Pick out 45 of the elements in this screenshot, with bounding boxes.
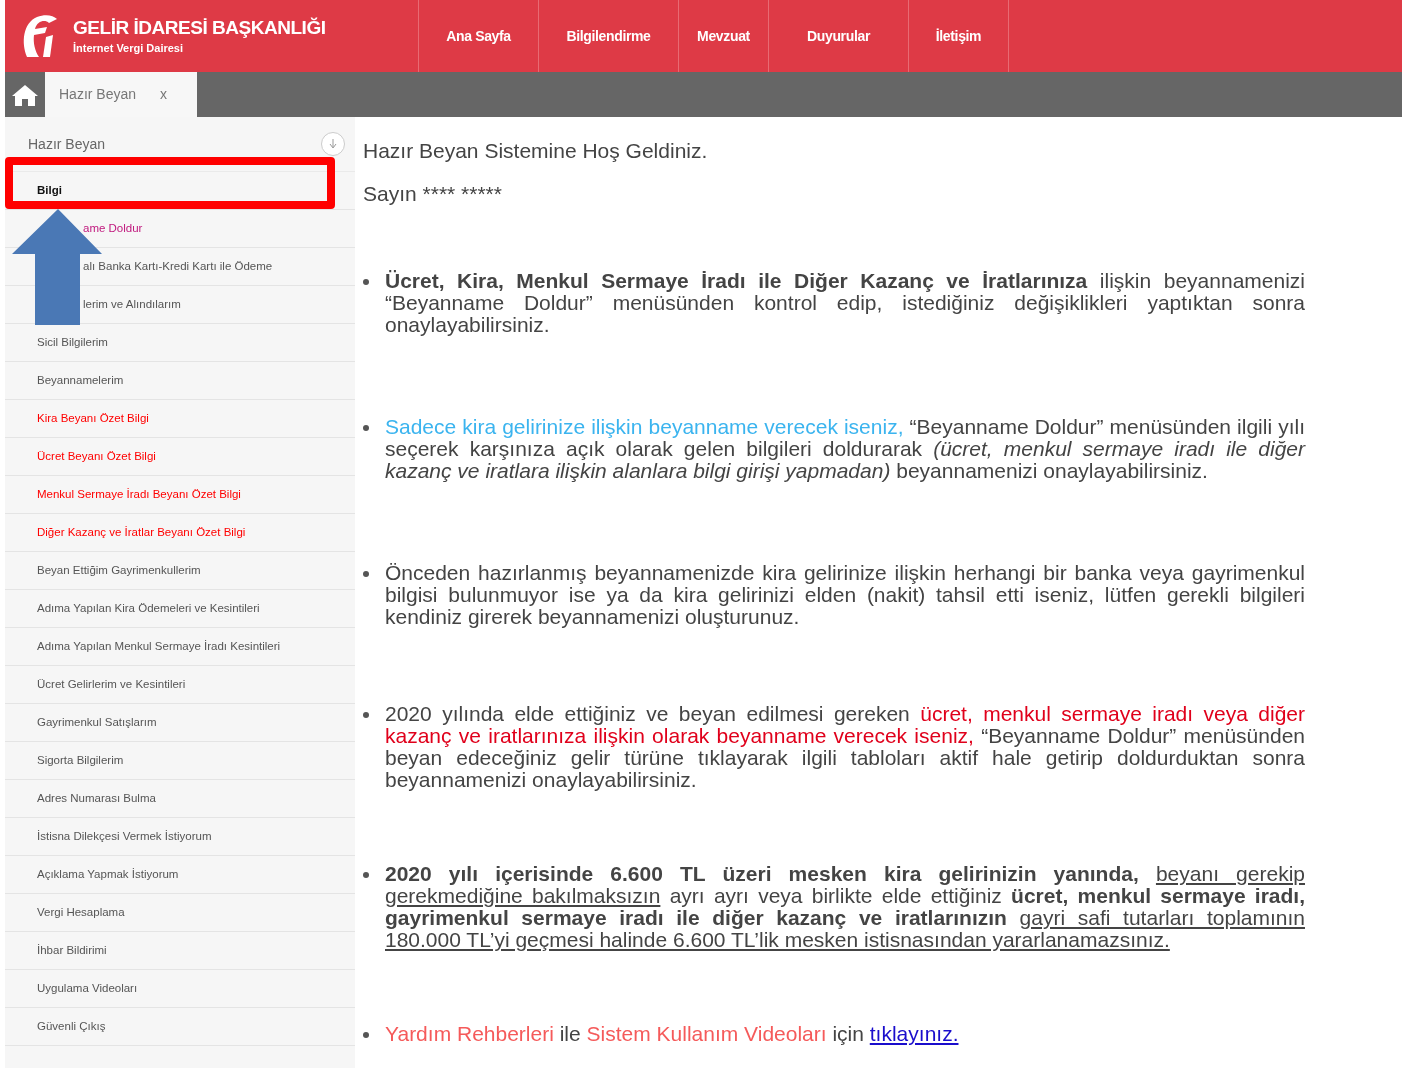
menu-item[interactable]: İstisna Dilekçesi Vermek İstiyorum [37,827,212,846]
bullet-icon [363,872,369,878]
menu-item[interactable]: Diğer Kazanç ve İratlar Beyanı Özet Bilgi [37,523,246,542]
menu-item[interactable]: Beyannamelerim [37,371,124,390]
help-link[interactable]: tıklayınız. [869,1022,959,1045]
menu-item[interactable]: alı Banka Kartı-Kredi Kartı ile Ödeme [83,257,273,276]
bullet-icon [363,425,369,431]
menu-item[interactable]: Menkul Sermaye İradı Beyanı Özet Bilgi [37,485,241,504]
bullet-icon [363,571,369,577]
menu-item[interactable]: lerim ve Alındılarım [83,295,181,314]
info-paragraph: Önceden hazırlanmış beyannamenizde kira gelirinize ilişkin herhangi bir banka veya gayrimenkul bilgisi bulunmuyor ise ya da kira gelirinizi elden (nakit) tahsil etti iseniz, lütfen gerekli bilgileri kendiniz girerek beyannamenizi oluşturunuz. [385,562,1305,628]
menu-item[interactable]: Bilgi [37,181,62,200]
greeting-text: Sayın **** ***** [363,181,503,207]
sidebar-title: Hazır Beyan [28,134,106,154]
menu-item[interactable]: ame Doldur [83,219,143,238]
close-tab-button[interactable]: x [160,84,168,105]
info-paragraph: Ücret, Kira, Menkul Sermaye İradı ile Diğer Kazanç ve İratlarınıza ilişkin beyannamenizi “Beyanname Doldur” menüsünden kontrol edip, istediğiniz değişiklikleri yaptıktan sonra onaylayabilirsiniz. [385,270,1305,336]
menu-item[interactable]: Ücret Beyanı Özet Bilgi [37,447,156,466]
menu-item[interactable]: Kira Beyanı Özet Bilgi [37,409,149,428]
menu-item[interactable]: Gayrimenkul Satışlarım [37,713,157,732]
welcome-heading: Hazır Beyan Sistemine Hoş Geldiniz. [363,138,709,164]
bullet-icon [363,712,369,718]
site-subtitle: İnternet Vergi Dairesi [73,41,185,56]
bullet-icon [363,1032,369,1038]
info-paragraph: 2020 yılı içerisinde 6.600 TL üzeri mesken kira gelirinizin yanında, beyanı gerekip gerekmediğine bakılmaksızın ayrı ayrı veya birlikte elde ettiğiniz ücret, menkul sermaye iradı, gayrimenkul sermaye iradı ile diğer kazanç ve iratlarınızın gayri safi tutarları toplamının 180.000 TL’yi geçmesi halinde 6.600 TL’lik mesken istisnasından yararlanamazsınız. [385,863,1305,951]
menu-item[interactable]: Beyan Ettiğim Gayrimenkullerim [37,561,201,580]
menu-item[interactable]: Adıma Yapılan Kira Ödemeleri ve Kesintileri [37,599,260,618]
menu-item[interactable]: Açıklama Yapmak İstiyorum [37,865,179,884]
tab[interactable]: Hazır Beyan x [45,72,197,117]
menu-item[interactable]: İhbar Bildirimi [37,941,107,960]
menu-item[interactable]: Vergi Hesaplama [37,903,125,922]
menu-item[interactable]: Sicil Bilgilerim [37,333,108,352]
info-paragraph: Sadece kira gelirinize ilişkin beyanname verecek iseniz, “Beyanname Doldur” menüsünden ilgili yılı seçerek karşınıza açık olarak gelen bilgileri doldurarak (ücret, menkul sermaye iradı ile diğer kazanç ve iratlara ilişkin alanlara bilgi girişi yapmadan) beyannamenizi onaylayabilirsiniz. [385,416,1305,482]
bullet-icon [363,279,369,285]
menu-item[interactable]: Sigorta Bilgilerim [37,751,124,770]
down-arrow-icon [329,139,337,149]
menu-item[interactable]: Uygulama Videoları [37,979,138,998]
site-title: GELİR İDARESİ BAŞKANLIĞI [73,16,326,40]
menu-item[interactable]: Adıma Yapılan Menkul Sermaye İradı Kesintileri [37,637,281,656]
home-icon [11,82,39,107]
menu-item[interactable]: Adres Numarası Bulma [37,789,156,808]
info-paragraph: Yardım Rehberleri ile Sistem Kullanım Videoları için tıklayınız. [385,1023,960,1045]
info-paragraph: 2020 yılında elde ettiğiniz ve beyan edilmesi gereken ücret, menkul sermaye iradı veya diğer kazanç ve iratlarınıza ilişkin olarak beyanname verecek iseniz, “Beyanname Doldur” menüsünden beyan edeceğiniz gelir türüne tıklayarak ilgili tabloları aktif hale getirip doldurduktan sonra beyannamenizi onaylayabilirsiniz. [385,703,1305,791]
menu-item[interactable]: Güvenli Çıkış [37,1017,106,1036]
menu-item[interactable]: Ücret Gelirlerim ve Kesintileri [37,675,186,694]
